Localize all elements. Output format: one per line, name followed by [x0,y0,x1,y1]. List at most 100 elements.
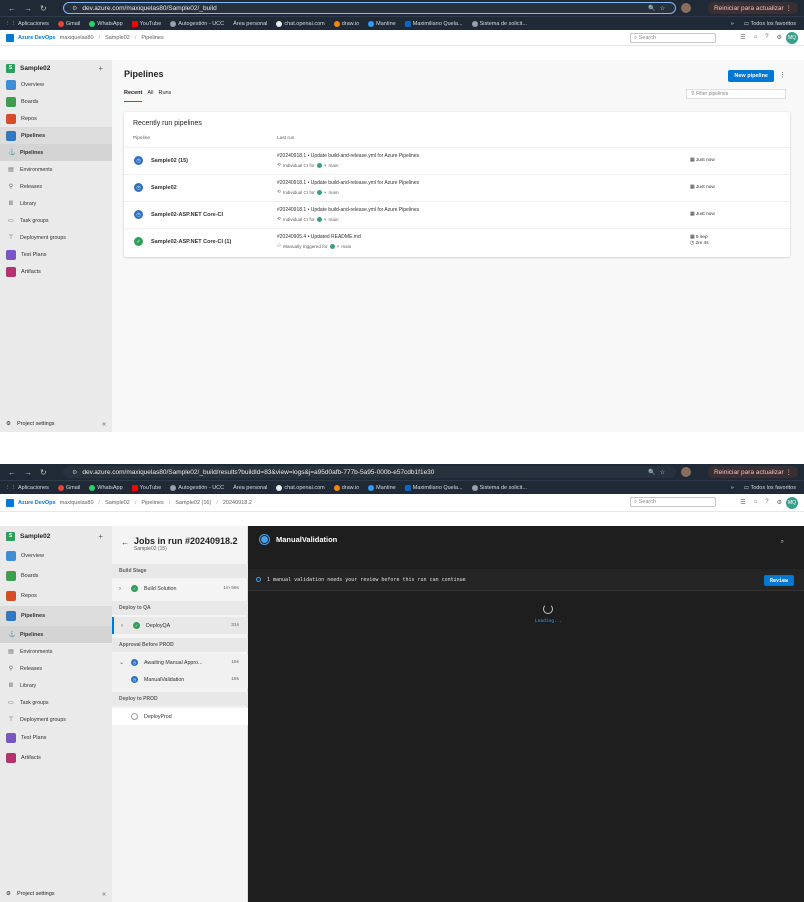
breadcrumb-project[interactable]: Sample02 [105,35,130,41]
sidebar-item-boards[interactable]: Boards [0,93,112,110]
plus-icon[interactable]: + [98,532,103,541]
sidebar-sub-pipelines[interactable]: ⚓ Pipelines [0,626,112,643]
sidebar-sub-pipelines[interactable]: ⚓ Pipelines [0,144,112,161]
reload-icon[interactable]: ↻ [40,4,47,13]
tab-all[interactable]: All [147,90,153,102]
brand-name[interactable]: Azure DevOps [18,35,56,41]
project-settings[interactable]: ⚙ Project settings « [6,891,106,898]
review-button[interactable]: Review [763,575,794,586]
sidebar-item-test-plans[interactable]: Test Plans [0,246,112,263]
breadcrumb-org[interactable]: maxiquelas80 [60,500,94,506]
sidebar-sub-task-groups[interactable]: ▭ Task groups [0,694,112,711]
breadcrumb-pipelines[interactable]: Pipelines [141,500,163,506]
run-message[interactable]: #20240918.1 • Update build-and-release.y… [277,207,419,213]
breadcrumb-project[interactable]: Sample02 [105,500,130,506]
breadcrumb-pipelines[interactable]: Pipelines [141,35,163,41]
brand-name[interactable]: Azure DevOps [18,500,56,506]
run-message[interactable]: #20240918.1 • Update build-and-release.y… [277,153,419,159]
bookmark-linkedin[interactable]: Maximiliano Quela... [404,20,463,27]
bookmark-apps[interactable]: ⋮⋮ Aplicaciones [5,21,49,27]
project-header[interactable]: S Sample02 + [0,526,112,546]
sidebar-sub-library[interactable]: Ⅲ Library [0,195,112,212]
all-bookmarks[interactable]: ▭ Todos los favoritos [744,485,796,491]
bookmark-mantine[interactable]: Mantine [368,484,396,491]
chevron-down-icon[interactable]: ⌄ [119,659,126,666]
bookmark-autogestion[interactable]: Autogestión - UCC [170,20,224,27]
sidebar-item-test-plans[interactable]: Test Plans [0,728,112,748]
bookmark-linkedin[interactable]: Maximiliano Quela... [404,484,463,491]
sidebar-item-pipelines[interactable]: Pipelines [0,606,112,626]
user-settings-icon[interactable]: ⚙ [777,34,782,41]
address-bar[interactable]: ⚙ dev.azure.com/maxiquelas80/Sample02/_b… [63,466,676,478]
bookmark-whatsapp[interactable]: WhatsApp [89,484,123,491]
help-icon[interactable]: ? [765,499,768,506]
bookmark-apps[interactable]: ⋮⋮ Aplicaciones [5,485,49,491]
project-settings[interactable]: ⚙ Project settings « [6,421,106,428]
bookmark-drawio[interactable]: draw.io [333,20,359,27]
help-icon[interactable]: ? [765,34,768,41]
bookmark-area-personal[interactable]: Área personal [233,485,267,491]
sidebar-sub-environments[interactable]: ▤ Environments [0,643,112,660]
sidebar-item-boards[interactable]: Boards [0,566,112,586]
breadcrumb-run[interactable]: 20240918.2 [223,500,252,506]
list-icon[interactable]: ☰ [740,499,745,506]
bookmark-sistema[interactable]: Sistema de solicit... [471,20,527,27]
sidebar-item-artifacts[interactable]: Artifacts [0,748,112,768]
filter-input[interactable]: ⊽ Filter pipelines [686,89,786,99]
bookmark-gmail[interactable]: Gmail [57,484,80,491]
bookmark-autogestion[interactable]: Autogestión - UCC [170,484,224,491]
update-button[interactable]: Reiniciar para actualizar ⋮ [707,466,798,478]
job-row-manual-validation[interactable]: ◷ ManualValidation 18s [112,671,248,688]
run-message[interactable]: #20240918.1 • Update build-and-release.y… [277,180,419,186]
bookmark-whatsapp[interactable]: WhatsApp [89,20,123,27]
bookmark-chatgpt[interactable]: chat.openai.com [276,20,325,27]
more-options-icon[interactable]: ⋮ [779,71,786,79]
sidebar-item-overview[interactable]: Overview [0,76,112,93]
pipeline-name[interactable]: Sample02-ASP.NET Core-CI [151,212,223,218]
pipeline-name[interactable]: Sample02 [151,185,177,191]
bookmark-chatgpt[interactable]: chat.openai.com [276,484,325,491]
bookmark-drawio[interactable]: draw.io [333,484,359,491]
bookmark-sistema[interactable]: Sistema de solicit... [471,484,527,491]
bookmark-star-icon[interactable]: 🔍☆ [648,469,669,476]
azure-devops-logo-icon[interactable] [6,33,14,42]
job-row-deploy-qa[interactable]: › ✓ DeployQA 31s [112,617,248,634]
table-row[interactable]: ✓ Sample02-ASP.NET Core-CI (1) #20240905… [124,228,790,255]
table-row[interactable]: ◷ Sample02-ASP.NET Core-CI #20240918.1 •… [124,201,790,228]
overflow-chevron-icon[interactable]: » [731,21,734,27]
sidebar-sub-task-groups[interactable]: ▭ Task groups [0,212,112,229]
azure-devops-logo-icon[interactable] [6,498,14,507]
sidebar-sub-library[interactable]: Ⅲ Library [0,677,112,694]
sidebar-sub-releases[interactable]: ⚲ Releases [0,660,112,677]
jobs-subtitle[interactable]: Sample02 (15) [134,546,167,552]
search-input[interactable]: ⌕ Search [630,497,716,507]
user-avatar[interactable]: MQ [786,32,798,44]
job-row-awaiting-approval[interactable]: ⌄ ◷ Awaiting Manual Appro... 18s [112,654,248,671]
forward-icon[interactable]: → [24,4,32,13]
bookmark-gmail[interactable]: Gmail [57,20,80,27]
overflow-chevron-icon[interactable]: » [731,485,734,491]
bookmark-youtube[interactable]: YouTube [131,484,161,491]
shopping-bag-icon[interactable]: ⌂ [754,499,758,506]
sidebar-sub-releases[interactable]: ⚲ Releases [0,178,112,195]
site-info-icon[interactable]: ⚙ [72,469,77,476]
list-icon[interactable]: ☰ [740,34,745,41]
reload-icon[interactable]: ↻ [40,468,47,477]
sidebar-item-artifacts[interactable]: Artifacts [0,263,112,280]
collapse-icon[interactable]: « [102,891,106,898]
chevron-right-icon[interactable]: › [121,623,128,629]
sidebar-item-pipelines[interactable]: Pipelines [0,127,112,144]
site-info-icon[interactable]: ⚙ [72,5,77,12]
forward-icon[interactable]: → [24,468,32,477]
back-icon[interactable]: ← [8,468,16,477]
back-arrow-icon[interactable]: ← [121,538,129,547]
address-bar[interactable]: ⚙ dev.azure.com/maxiquelas80/Sample02/_b… [63,2,676,14]
search-input[interactable]: ⌕ Search [630,33,716,43]
plus-icon[interactable]: + [98,64,103,73]
bookmark-star-icon[interactable]: 🔍☆ [648,5,669,12]
tab-runs[interactable]: Runs [158,90,171,102]
sidebar-item-repos[interactable]: Repos [0,110,112,127]
job-row-deploy-prod[interactable]: DeployProd [112,708,248,725]
search-icon[interactable]: ⌕ [781,539,784,546]
breadcrumb-org[interactable]: maxiquelas80 [60,35,94,41]
